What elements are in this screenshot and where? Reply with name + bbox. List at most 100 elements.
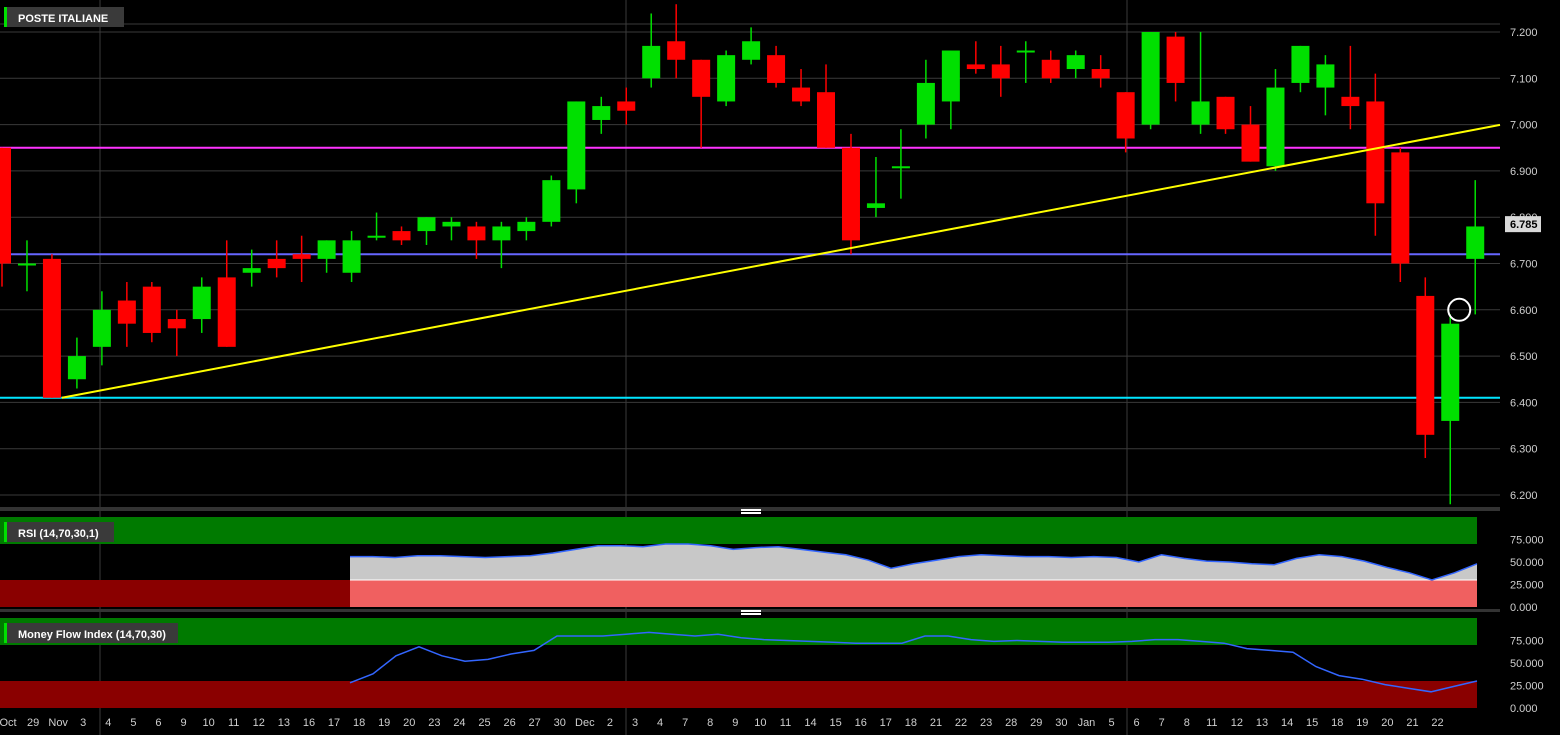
x-tick-label: 6 <box>155 717 161 729</box>
x-tick-label: 10 <box>203 717 215 729</box>
x-tick-label: 18 <box>1331 717 1343 729</box>
x-tick-label: 8 <box>1184 717 1190 729</box>
candle <box>667 4 686 79</box>
candle <box>1391 147 1410 283</box>
x-tick-label: 3 <box>632 717 638 729</box>
candle <box>1166 32 1185 102</box>
candle-body <box>442 221 461 227</box>
candle-body <box>1216 96 1235 130</box>
candle-body <box>567 101 586 190</box>
y-tick-label: 75.000 <box>1510 535 1544 547</box>
candle <box>1241 106 1260 162</box>
x-tick-label: 15 <box>830 717 842 729</box>
candle <box>117 282 136 347</box>
x-tick-label: 17 <box>880 717 892 729</box>
candle <box>392 226 411 245</box>
candle-body <box>492 226 511 241</box>
candle-body <box>592 106 611 120</box>
x-tick-label: Oct <box>0 717 17 729</box>
candle-body <box>1016 50 1035 53</box>
y-tick-label: 7.200 <box>1510 27 1538 39</box>
candle <box>1191 32 1210 134</box>
candle <box>442 217 461 241</box>
y-tick-label: 6.900 <box>1510 166 1538 178</box>
x-tick-label: 19 <box>1356 717 1368 729</box>
candle <box>1366 73 1385 236</box>
x-tick-label: 16 <box>303 717 315 729</box>
candle <box>1291 45 1310 93</box>
candle <box>0 147 11 287</box>
candle <box>1216 96 1235 134</box>
candle-body <box>242 268 261 273</box>
rsi-title: RSI (14,70,30,1) <box>18 528 99 540</box>
y-tick-label: 25.000 <box>1510 580 1544 592</box>
candle-body <box>1291 45 1310 83</box>
x-tick-label: 22 <box>955 717 967 729</box>
candle-body <box>1341 96 1360 107</box>
x-tick-label: 30 <box>554 717 566 729</box>
candle-body <box>117 300 136 324</box>
candle-body <box>767 55 786 83</box>
candle <box>217 240 236 347</box>
x-tick-label: 7 <box>682 717 688 729</box>
y-tick-label: 6.300 <box>1510 444 1538 456</box>
candle-body <box>1416 295 1435 435</box>
candle <box>142 282 161 343</box>
x-tick-label: Nov <box>48 717 68 729</box>
x-tick-label: 20 <box>1381 717 1393 729</box>
candle <box>1466 180 1485 315</box>
candle-body <box>1191 101 1210 125</box>
resize-handle-icon[interactable] <box>741 509 761 514</box>
overbought-zone <box>0 618 1477 645</box>
candle <box>617 87 636 125</box>
candle-body <box>67 356 86 380</box>
y-tick-label: 6.400 <box>1510 397 1538 409</box>
x-tick-label: 23 <box>980 717 992 729</box>
resize-handle-icon[interactable] <box>741 610 761 615</box>
candle-body <box>1091 69 1110 79</box>
x-tick-label: 17 <box>328 717 340 729</box>
candle-body <box>916 82 935 125</box>
candle-body <box>542 180 561 222</box>
candle <box>17 240 36 292</box>
candle <box>1116 92 1135 153</box>
candle-body <box>192 286 211 320</box>
x-tick-label: 3 <box>80 717 86 729</box>
oversold-zone <box>0 681 1477 708</box>
candle <box>692 59 711 148</box>
candle-body <box>342 240 361 273</box>
x-tick-label: 9 <box>732 717 738 729</box>
current-price-label: 6.785 <box>1510 219 1538 231</box>
candle <box>567 101 586 204</box>
candle-body <box>1141 32 1160 125</box>
x-tick-label: 20 <box>403 717 415 729</box>
x-tick-label: 11 <box>228 717 239 729</box>
y-tick-label: 50.000 <box>1510 658 1544 670</box>
mfi-panel-title: Money Flow Index (14,70,30) <box>4 623 178 643</box>
candle <box>767 45 786 88</box>
x-tick-label: 5 <box>1108 717 1114 729</box>
candle-body <box>817 92 836 148</box>
candle-body <box>92 309 111 347</box>
oversold-zone-fill <box>350 580 1477 607</box>
candle <box>267 240 286 278</box>
candle <box>841 133 860 255</box>
candle-body <box>991 64 1010 79</box>
candle-body <box>1391 152 1410 264</box>
candle-body <box>417 217 436 232</box>
candle <box>192 277 211 333</box>
rsi-panel: 75.000 50.000 25.000 0.000 <box>0 517 1544 614</box>
x-tick-label: 14 <box>804 717 816 729</box>
candle-body <box>941 50 960 102</box>
candle <box>941 50 960 130</box>
x-tick-label: 21 <box>930 717 942 729</box>
candle-body <box>292 254 311 259</box>
candle-body <box>792 87 811 102</box>
y-tick-label: 6.700 <box>1510 259 1538 271</box>
x-tick-label: 5 <box>130 717 136 729</box>
x-tick-label: 15 <box>1306 717 1318 729</box>
candle-body <box>0 147 11 264</box>
x-tick-label: 21 <box>1406 717 1418 729</box>
candle <box>1066 50 1085 79</box>
candle-body <box>1166 36 1185 83</box>
